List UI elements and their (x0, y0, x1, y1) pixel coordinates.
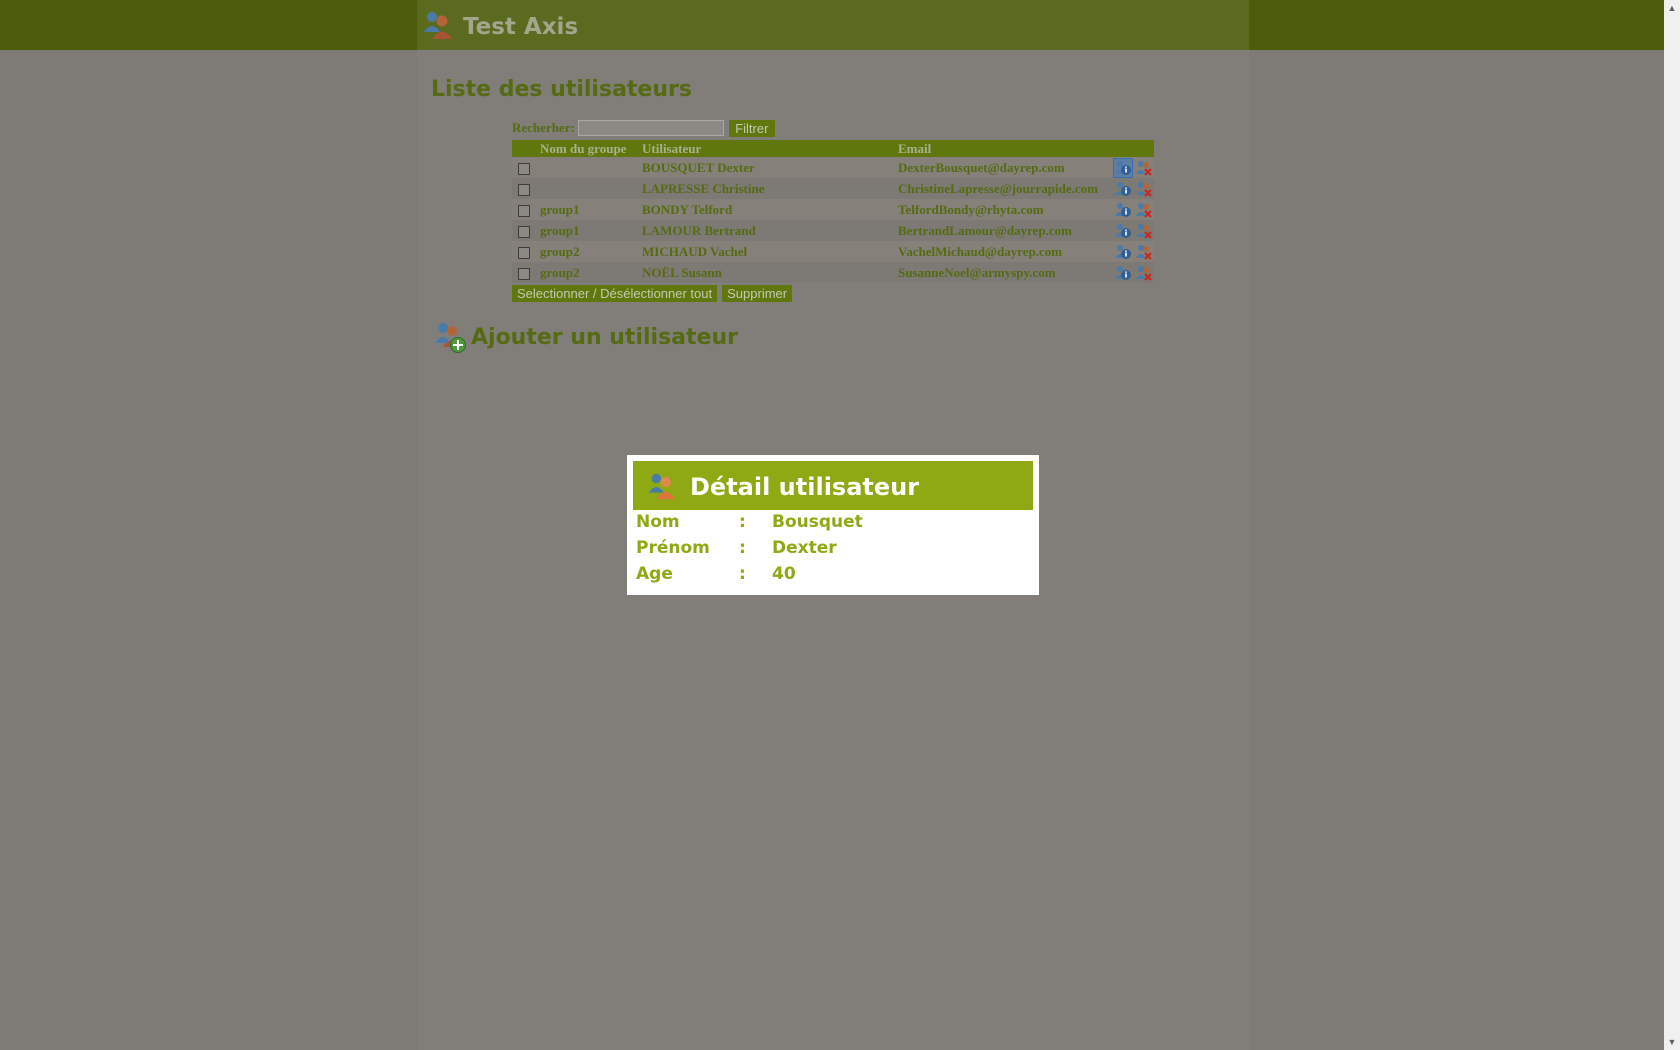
add-user-label: Ajouter un utilisateur (471, 324, 738, 350)
row-actions (1108, 220, 1154, 241)
top-header-bar: Test Axis (0, 0, 1664, 50)
row-actions (1108, 199, 1154, 220)
delete-button[interactable]: Supprimer (722, 285, 793, 302)
scroll-down-arrow-icon[interactable]: ▼ (1664, 1034, 1680, 1050)
users-table: Nom du groupe Utilisateur Email BOUSQUET… (512, 140, 1154, 283)
group-cell: group2 (534, 241, 636, 262)
group-column-header: Nom du groupe (534, 140, 636, 157)
search-label: Recherher: (512, 120, 575, 135)
user-info-icon[interactable] (1113, 157, 1133, 178)
email-cell: TelfordBondy@rhyta.com (892, 199, 1108, 220)
table-header-row: Nom du groupe Utilisateur Email (512, 140, 1154, 157)
scroll-up-arrow-icon[interactable]: ▲ (1664, 0, 1680, 16)
page-title: Liste des utilisateurs (431, 77, 692, 102)
users-icon (648, 473, 676, 500)
detail-value: 40 (772, 564, 796, 584)
search-input[interactable] (577, 120, 724, 136)
modal-header: Détail utilisateur (633, 461, 1033, 510)
modal-title: Détail utilisateur (690, 473, 920, 501)
email-cell: DexterBousquet@dayrep.com (892, 157, 1108, 178)
table-row[interactable]: LAPRESSE Christine ChristineLapresse@jou… (512, 178, 1154, 199)
table-row[interactable]: group2 NOËL Susann SusanneNoel@armyspy.c… (512, 262, 1154, 283)
delete-user-icon[interactable] (1135, 201, 1153, 219)
email-cell: ChristineLapresse@jourrapide.com (892, 178, 1108, 199)
users-icon (424, 12, 452, 39)
detail-value: Dexter (772, 538, 837, 558)
row-checkbox[interactable] (518, 162, 530, 175)
detail-separator: : (739, 538, 746, 558)
row-select-cell (512, 178, 534, 199)
add-user-link[interactable]: Ajouter un utilisateur (433, 320, 738, 354)
user-cell: NOËL Susann (636, 262, 892, 283)
select-all-button[interactable]: Selectionner / Désélectionner tout (512, 285, 718, 302)
table-actions: Selectionner / Désélectionner tout Suppr… (512, 285, 793, 302)
user-cell: LAMOUR Bertrand (636, 220, 892, 241)
add-user-icon (435, 323, 466, 353)
row-select-cell (512, 241, 534, 262)
row-checkbox[interactable] (518, 225, 530, 238)
row-checkbox[interactable] (518, 183, 530, 196)
delete-user-icon[interactable] (1135, 159, 1153, 177)
email-column-header: Email (892, 140, 1108, 157)
detail-value: Bousquet (772, 512, 863, 532)
group-cell: group1 (534, 199, 636, 220)
detail-separator: : (739, 564, 746, 584)
user-cell: BONDY Telford (636, 199, 892, 220)
email-cell: VachelMichaud@dayrep.com (892, 241, 1108, 262)
user-detail-modal: Détail utilisateur Nom : Bousquet Prénom… (627, 455, 1039, 595)
search-bar: Recherher: Filtrer (512, 118, 775, 138)
row-select-cell (512, 199, 534, 220)
delete-user-icon[interactable] (1135, 243, 1153, 261)
delete-user-icon[interactable] (1135, 180, 1153, 198)
group-cell (534, 157, 636, 178)
group-cell (534, 178, 636, 199)
row-select-cell (512, 220, 534, 241)
select-column-header (512, 140, 534, 157)
detail-label: Prénom (636, 538, 710, 558)
group-cell: group2 (534, 262, 636, 283)
delete-user-icon[interactable] (1135, 264, 1153, 282)
email-cell: BertrandLamour@dayrep.com (892, 220, 1108, 241)
row-actions (1108, 157, 1154, 178)
vertical-scrollbar[interactable]: ▲ ▼ (1664, 0, 1680, 1050)
delete-user-icon[interactable] (1135, 222, 1153, 240)
table-row[interactable]: group1 BONDY Telford TelfordBondy@rhyta.… (512, 199, 1154, 220)
user-info-icon[interactable] (1114, 201, 1132, 219)
user-cell: BOUSQUET Dexter (636, 157, 892, 178)
row-actions (1108, 241, 1154, 262)
detail-separator: : (739, 512, 746, 532)
user-info-icon[interactable] (1114, 180, 1132, 198)
app-title: Test Axis (463, 14, 579, 40)
user-cell: LAPRESSE Christine (636, 178, 892, 199)
detail-label: Age (636, 564, 673, 584)
filter-button[interactable]: Filtrer (728, 119, 775, 137)
row-select-cell (512, 262, 534, 283)
table-row[interactable]: BOUSQUET Dexter DexterBousquet@dayrep.co… (512, 157, 1154, 178)
header-inner: Test Axis (417, 0, 1249, 50)
table-row[interactable]: group2 MICHAUD Vachel VachelMichaud@dayr… (512, 241, 1154, 262)
row-checkbox[interactable] (518, 204, 530, 217)
user-cell: MICHAUD Vachel (636, 241, 892, 262)
row-checkbox[interactable] (518, 267, 530, 280)
user-info-icon[interactable] (1114, 243, 1132, 261)
row-actions (1108, 178, 1154, 199)
user-column-header: Utilisateur (636, 140, 892, 157)
table-row[interactable]: group1 LAMOUR Bertrand BertrandLamour@da… (512, 220, 1154, 241)
group-cell: group1 (534, 220, 636, 241)
actions-column-header (1108, 140, 1154, 157)
email-cell: SusanneNoel@armyspy.com (892, 262, 1108, 283)
user-info-icon[interactable] (1114, 264, 1132, 282)
detail-label: Nom (636, 512, 680, 532)
user-info-icon[interactable] (1114, 222, 1132, 240)
row-select-cell (512, 157, 534, 178)
row-checkbox[interactable] (518, 246, 530, 259)
row-actions (1108, 262, 1154, 283)
